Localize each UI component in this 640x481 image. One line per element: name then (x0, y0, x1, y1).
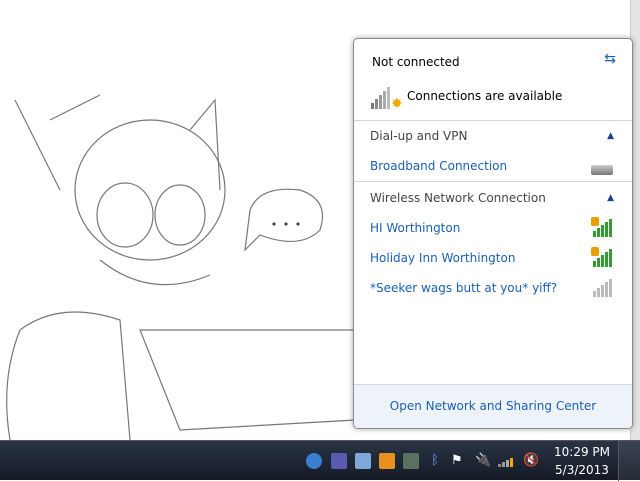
status-title: Not connected (372, 55, 460, 69)
app-tray-icon[interactable] (331, 453, 347, 469)
open-network-sharing-center-link[interactable]: Open Network and Sharing Center (390, 399, 596, 413)
wifi-signal-icon (593, 279, 612, 297)
volume-muted-icon[interactable]: 🔇 (523, 453, 539, 469)
wifi-network-seeker[interactable]: *Seeker wags butt at you* yiff? (370, 281, 557, 295)
section-header-dialup[interactable]: Dial-up and VPN (370, 129, 467, 143)
wifi-network-holiday-inn[interactable]: Holiday Inn Worthington (370, 251, 515, 265)
action-center-flag-icon[interactable]: ⚑ (451, 453, 467, 469)
modem-icon (591, 165, 613, 175)
app-tray-icon[interactable] (355, 453, 371, 469)
clock[interactable]: 10:29 PM 5/3/2013 (552, 443, 612, 479)
star-burst-icon: ✸ (391, 96, 403, 112)
footer: Open Network and Sharing Center (354, 384, 632, 428)
wifi-network-hi-worthington[interactable]: HI Worthington (370, 221, 460, 235)
app-tray-icon[interactable] (306, 453, 322, 469)
shield-icon (591, 217, 599, 226)
power-icon[interactable]: 🔌 (475, 453, 491, 469)
collapse-chevron-icon[interactable]: ▲ (607, 131, 614, 141)
shield-icon (591, 247, 599, 256)
network-unavailable-icon (371, 87, 390, 109)
app-tray-icon[interactable] (379, 453, 395, 469)
bluetooth-icon[interactable]: ᛒ (427, 453, 443, 469)
taskbar: ᛒ ⚑ 🔌 🔇 10:29 PM 5/3/2013 (0, 440, 640, 481)
time: 10:29 PM (554, 445, 610, 459)
network-flyout: Not connected ⇆ ✸ Connections are availa… (353, 38, 633, 429)
status-detail: Connections are available (407, 89, 563, 103)
show-desktop-button[interactable] (618, 441, 640, 481)
refresh-icon[interactable]: ⇆ (604, 51, 616, 67)
collapse-chevron-icon[interactable]: ▲ (607, 193, 614, 203)
section-header-wireless[interactable]: Wireless Network Connection (370, 191, 546, 205)
music-tray-icon[interactable] (403, 453, 419, 469)
connection-broadband[interactable]: Broadband Connection (370, 159, 507, 173)
network-tray-icon[interactable] (498, 455, 513, 467)
date: 5/3/2013 (555, 463, 609, 477)
